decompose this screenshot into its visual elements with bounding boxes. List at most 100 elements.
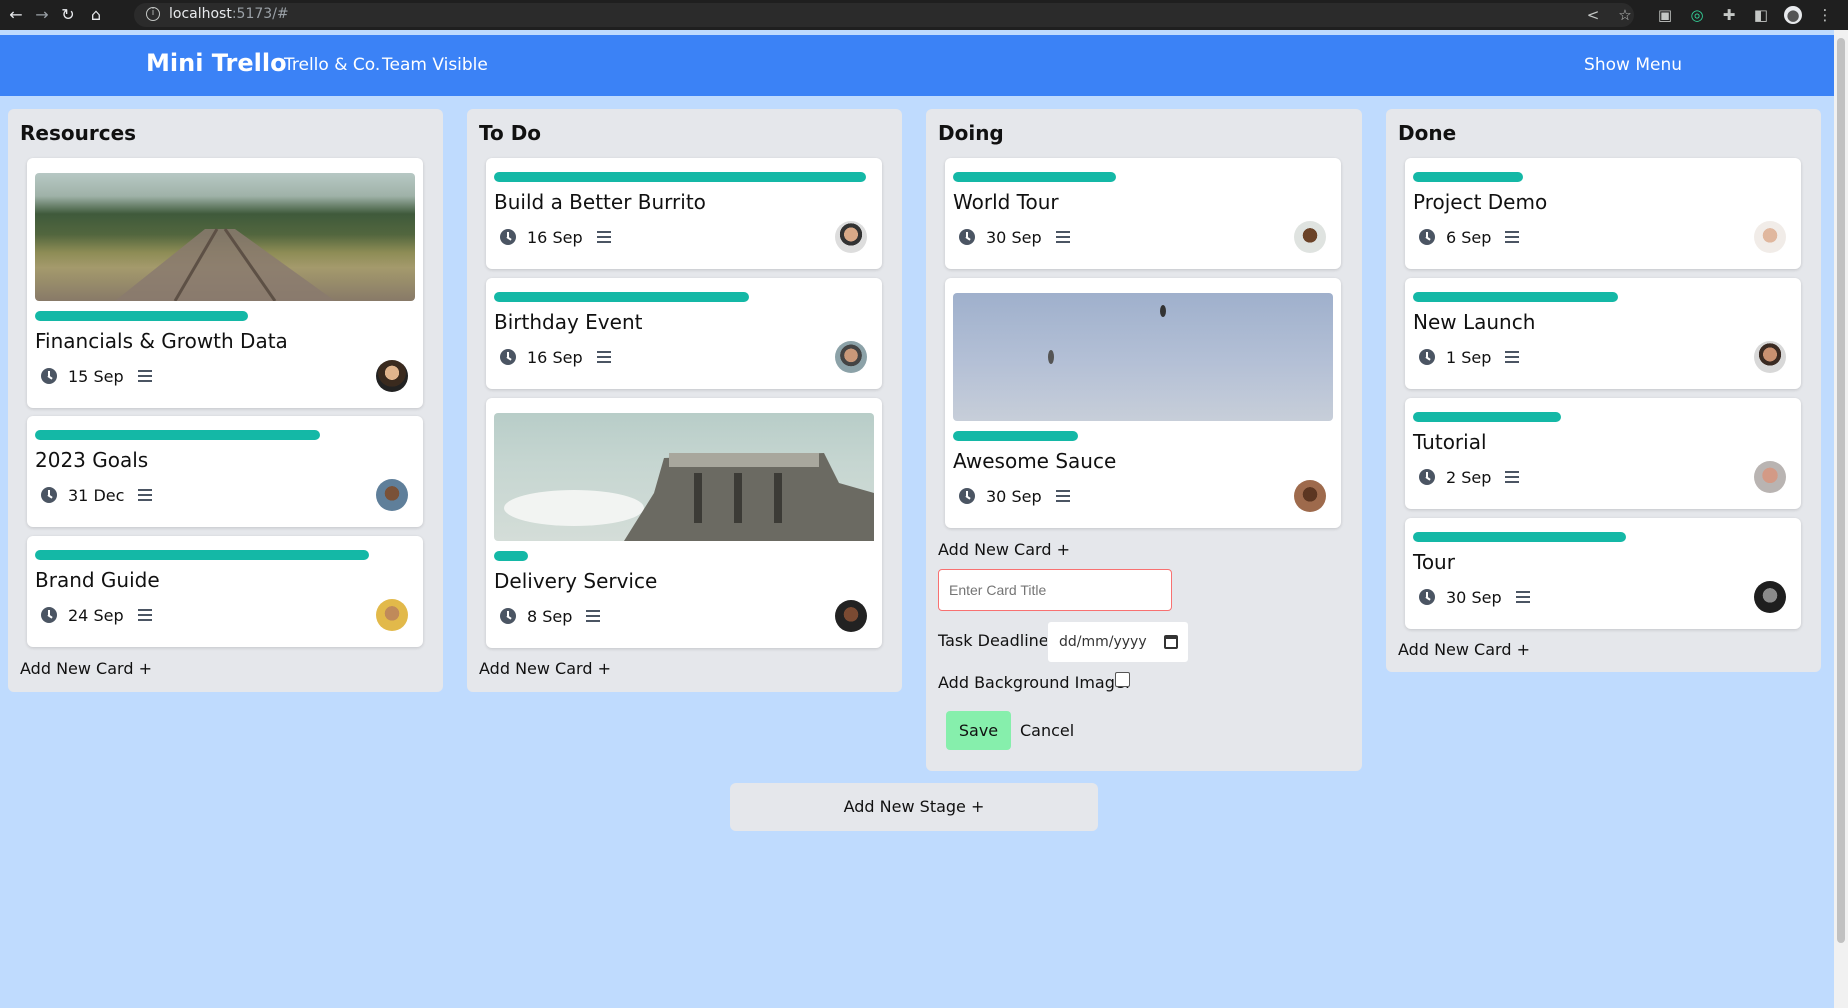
app-title[interactable]: Mini Trello xyxy=(146,49,287,77)
site-info-icon[interactable]: i xyxy=(146,7,160,21)
card-title: Financials & Growth Data xyxy=(35,329,288,353)
description-icon xyxy=(1055,231,1070,243)
card-title: Project Demo xyxy=(1413,190,1548,214)
clock-icon xyxy=(500,608,516,624)
card-tutorial[interactable]: Tutorial 2 Sep xyxy=(1405,398,1801,509)
description-icon xyxy=(1505,471,1520,483)
card-due-date: 1 Sep xyxy=(1446,347,1492,367)
description-icon xyxy=(138,489,153,501)
browser-toolbar: ← → ↻ ⌂ i localhost:5173/# < ☆ ▣ ◎ ✚ ◧ ●… xyxy=(0,0,1848,30)
card-build-a-better-burrito[interactable]: Build a Better Burrito 16 Sep xyxy=(486,158,882,269)
background-image-label: Add Background Image: xyxy=(938,673,1131,692)
forward-icon[interactable]: → xyxy=(32,5,52,25)
card-meta: 30 Sep xyxy=(1419,587,1530,607)
card-background-image xyxy=(35,173,415,302)
add-new-card-button[interactable]: Add New Card + xyxy=(20,659,152,678)
card-birthday-event[interactable]: Birthday Event 16 Sep xyxy=(486,278,882,389)
reload-icon[interactable]: ↻ xyxy=(58,5,78,25)
card-progress-bar xyxy=(1413,292,1618,302)
extension-screen-icon[interactable]: ▣ xyxy=(1656,6,1674,24)
card-2023-goals[interactable]: 2023 Goals 31 Dec xyxy=(27,416,423,527)
card-title: Awesome Sauce xyxy=(953,449,1117,473)
visibility-link[interactable]: Team Visible xyxy=(382,55,488,75)
card-meta: 31 Dec xyxy=(41,485,153,505)
card-due-date: 30 Sep xyxy=(986,486,1042,506)
scrollbar-thumb[interactable] xyxy=(1837,38,1845,943)
stage-done: Done Project Demo 6 Sep New Launch 1 Sep… xyxy=(1386,109,1821,672)
member-avatar[interactable] xyxy=(1294,480,1326,512)
bookmark-star-icon[interactable]: ☆ xyxy=(1616,6,1634,24)
description-icon xyxy=(586,610,601,622)
workspace-link[interactable]: Trello & Co. xyxy=(284,55,380,75)
member-avatar[interactable] xyxy=(376,599,408,631)
card-due-date: 31 Dec xyxy=(68,485,125,505)
card-delivery-service[interactable]: Delivery Service 8 Sep xyxy=(486,398,882,648)
background-image-checkbox[interactable] xyxy=(1115,672,1130,687)
extensions-puzzle-icon[interactable]: ✚ xyxy=(1720,6,1738,24)
extension-target-icon[interactable]: ◎ xyxy=(1688,6,1706,24)
member-avatar[interactable] xyxy=(1754,221,1786,253)
clock-icon xyxy=(1419,469,1435,485)
add-new-card-button[interactable]: Add New Card + xyxy=(479,659,611,678)
share-icon[interactable]: < xyxy=(1584,6,1602,24)
description-icon xyxy=(596,231,611,243)
clock-icon xyxy=(41,487,57,503)
back-icon[interactable]: ← xyxy=(6,5,26,25)
member-avatar[interactable] xyxy=(835,600,867,632)
card-tour[interactable]: Tour 30 Sep xyxy=(1405,518,1801,629)
member-avatar[interactable] xyxy=(835,341,867,373)
card-progress-bar xyxy=(494,292,749,302)
card-financials-growth-data[interactable]: Financials & Growth Data 15 Sep xyxy=(27,158,423,408)
address-bar[interactable] xyxy=(134,3,1634,27)
task-deadline-label: Task Deadline: xyxy=(938,631,1055,650)
card-progress-bar xyxy=(494,172,866,182)
card-world-tour[interactable]: World Tour 30 Sep xyxy=(945,158,1341,269)
card-meta: 2 Sep xyxy=(1419,467,1520,487)
description-icon xyxy=(1055,490,1070,502)
cancel-button[interactable]: Cancel xyxy=(1020,721,1074,740)
card-title: 2023 Goals xyxy=(35,448,149,472)
card-title-input[interactable] xyxy=(938,569,1172,611)
add-new-card-button[interactable]: Add New Card + xyxy=(1398,640,1530,659)
member-avatar[interactable] xyxy=(1754,341,1786,373)
card-awesome-sauce[interactable]: Awesome Sauce 30 Sep xyxy=(945,278,1341,528)
card-meta: 16 Sep xyxy=(500,347,611,367)
home-icon[interactable]: ⌂ xyxy=(86,5,106,25)
add-new-stage-button[interactable]: Add New Stage + xyxy=(730,783,1098,831)
card-new-launch[interactable]: New Launch 1 Sep xyxy=(1405,278,1801,389)
url-text[interactable]: localhost:5173/# xyxy=(169,6,289,22)
card-title: Tour xyxy=(1413,550,1455,574)
card-due-date: 24 Sep xyxy=(68,605,124,625)
calendar-icon[interactable] xyxy=(1164,635,1178,649)
card-progress-bar xyxy=(494,551,528,561)
member-avatar[interactable] xyxy=(1754,581,1786,613)
add-new-card-button[interactable]: Add New Card + xyxy=(938,540,1070,559)
member-avatar[interactable] xyxy=(376,360,408,392)
task-deadline-input[interactable]: dd/mm/yyyy xyxy=(1047,621,1189,663)
description-icon xyxy=(137,370,152,382)
sidebar-icon[interactable]: ◧ xyxy=(1752,6,1770,24)
description-icon xyxy=(1505,231,1520,243)
more-menu-icon[interactable]: ⋮ xyxy=(1816,6,1834,24)
show-menu-button[interactable]: Show Menu xyxy=(1584,55,1682,75)
member-avatar[interactable] xyxy=(835,221,867,253)
card-due-date: 30 Sep xyxy=(986,227,1042,247)
date-placeholder: dd/mm/yyyy xyxy=(1059,634,1147,650)
card-meta: 15 Sep xyxy=(41,366,152,386)
card-due-date: 16 Sep xyxy=(527,347,583,367)
card-meta: 8 Sep xyxy=(500,606,601,626)
profile-avatar-icon[interactable]: ● xyxy=(1784,6,1802,24)
card-progress-bar xyxy=(1413,172,1523,182)
member-avatar[interactable] xyxy=(376,479,408,511)
card-project-demo[interactable]: Project Demo 6 Sep xyxy=(1405,158,1801,269)
card-due-date: 16 Sep xyxy=(527,227,583,247)
card-progress-bar xyxy=(35,430,320,440)
card-progress-bar xyxy=(953,172,1116,182)
page-scrollbar[interactable] xyxy=(1834,30,1848,1008)
member-avatar[interactable] xyxy=(1754,461,1786,493)
member-avatar[interactable] xyxy=(1294,221,1326,253)
card-title: Birthday Event xyxy=(494,310,643,334)
clock-icon xyxy=(41,607,57,623)
save-button[interactable]: Save xyxy=(946,711,1011,750)
card-brand-guide[interactable]: Brand Guide 24 Sep xyxy=(27,536,423,647)
